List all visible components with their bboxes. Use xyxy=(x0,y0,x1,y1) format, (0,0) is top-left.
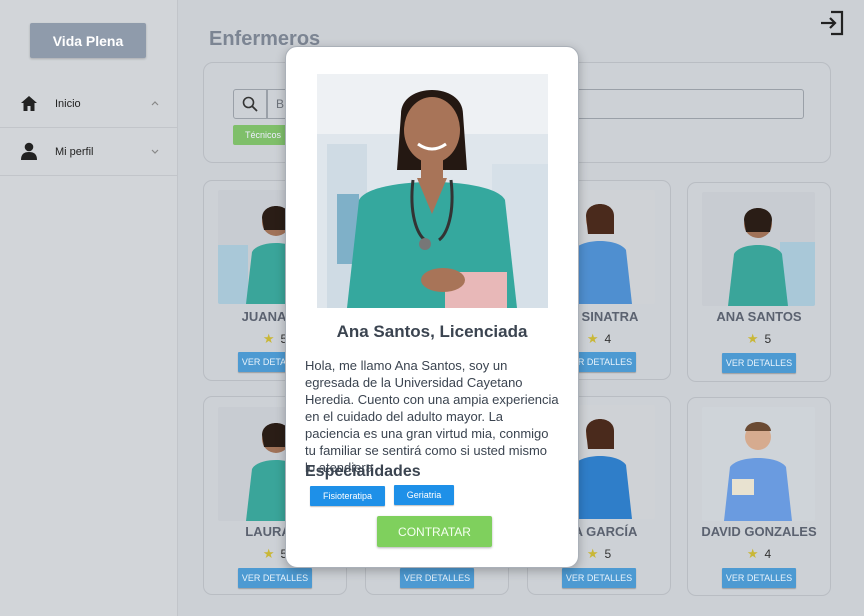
specialty-tag: Geriatria xyxy=(394,485,454,505)
ver-detalles-button[interactable]: VER DETALLES xyxy=(562,568,636,588)
brand-button[interactable]: Vida Plena xyxy=(30,23,146,58)
nurse-detail-modal: Ana Santos, Licenciada Hola, me llamo An… xyxy=(285,46,579,568)
specialty-tag: Fisioteratipa xyxy=(310,486,385,506)
nurse-card: DAVID GONZALES ★ 4 VER DETALLES xyxy=(687,397,831,596)
star-icon: ★ xyxy=(262,546,275,561)
nurse-name: ANA SANTOS xyxy=(716,309,802,324)
nurse-photo xyxy=(702,407,815,521)
nurse-profile-photo xyxy=(317,74,548,308)
filter-chip-tecnicos[interactable]: Técnicos xyxy=(233,125,293,145)
logout-icon[interactable] xyxy=(818,9,846,37)
sidebar: Vida Plena Inicio Mi perfil xyxy=(0,0,178,616)
rating-value: 4 xyxy=(604,332,612,346)
sidebar-item-label: Mi perfil xyxy=(55,145,94,158)
search-button[interactable] xyxy=(233,89,267,119)
rating-value: 5 xyxy=(604,547,612,561)
nurse-bio: Hola, me llamo Ana Santos, soy un egresa… xyxy=(305,358,559,475)
star-icon: ★ xyxy=(262,331,275,346)
specialties-heading: Especialidades xyxy=(305,463,421,480)
rating-value: 4 xyxy=(764,547,772,561)
nurse-full-name: Ana Santos, Licenciada xyxy=(336,322,528,341)
ver-detalles-button[interactable]: VER DETALLES xyxy=(238,568,312,588)
nurse-rating: ★ 4 xyxy=(688,546,830,562)
ver-detalles-button[interactable]: VER DETALLES xyxy=(722,353,796,373)
ver-detalles-button[interactable]: VER DETALLES xyxy=(400,568,474,588)
nurse-rating: ★ 5 xyxy=(688,331,830,347)
nurse-photo xyxy=(702,192,815,306)
ver-detalles-button[interactable]: VER DETALLES xyxy=(722,568,796,588)
star-icon: ★ xyxy=(746,546,759,561)
search-icon xyxy=(242,96,258,112)
chevron-down-icon xyxy=(151,149,159,154)
nurse-card: ANA SANTOS ★ 5 VER DETALLES xyxy=(687,182,831,382)
rating-value: 5 xyxy=(764,332,772,346)
star-icon: ★ xyxy=(586,546,599,561)
nurse-name: DAVID GONZALES xyxy=(701,524,817,539)
sidebar-item-inicio[interactable]: Inicio xyxy=(0,80,178,128)
star-icon: ★ xyxy=(586,331,599,346)
contratar-button[interactable]: CONTRATAR xyxy=(377,516,492,547)
sidebar-item-label: Inicio xyxy=(55,97,81,110)
sidebar-item-mi-perfil[interactable]: Mi perfil xyxy=(0,128,178,176)
chevron-up-icon xyxy=(151,101,159,106)
home-icon xyxy=(19,94,39,114)
star-icon: ★ xyxy=(746,331,759,346)
user-icon xyxy=(19,142,39,162)
